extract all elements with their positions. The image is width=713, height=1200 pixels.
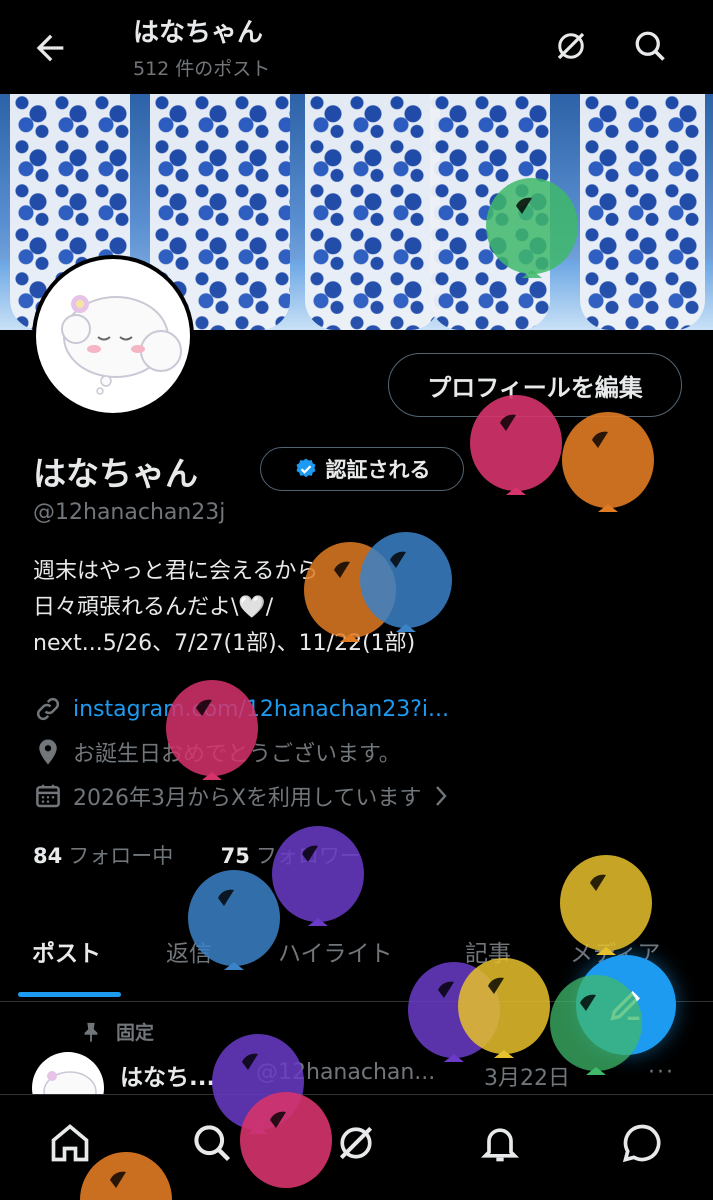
avatar-illustration [61,295,182,395]
post-author-name[interactable]: はなち... [120,1058,215,1092]
bottom-nav [0,1094,713,1200]
tab-posts[interactable]: ポスト [32,934,101,968]
page-title: はなちゃん [133,18,264,48]
profile-avatar[interactable] [32,255,194,417]
home-icon[interactable] [48,1121,92,1165]
profile-link-row[interactable]: instagram.com/12hanachan23?i... [33,694,449,724]
active-tab-indicator [18,992,121,997]
post-more-button[interactable]: ··· [648,1060,675,1085]
profile-bio: 週末はやっと君に会えるから 日々頑張れるんだよ\🤍/ next...5/26、7… [33,559,416,656]
balloon-decoration [562,412,654,512]
post-author-handle[interactable]: @12hanachan... [256,1060,435,1085]
location-pin-icon [39,739,57,765]
message-icon[interactable] [620,1121,664,1165]
chevron-right-icon [436,786,448,806]
profile-joined-row[interactable]: 2026年3月からXを利用しています [33,780,451,812]
top-bar: はなちゃん 512 件のポスト [0,0,713,94]
tab-articles[interactable]: 記事 [465,934,511,968]
get-verified-button[interactable]: 認証される [260,447,464,491]
following-count: 84 [33,844,63,868]
compose-icon [610,990,641,1021]
followers-count: 75 [220,844,250,868]
banner-costume [430,94,550,330]
profile-location: お誕生日おめでとうございます。 [73,742,401,767]
search-icon[interactable] [632,28,668,64]
link-icon [36,697,60,721]
verified-badge-icon [296,458,315,478]
tab-replies[interactable]: 返信 [166,934,212,968]
bell-icon[interactable] [478,1121,522,1165]
grok-icon[interactable] [334,1121,378,1165]
post-count: 512 件のポスト [133,58,271,80]
follow-stats: 84 フォロー中 75 フォロワー [33,840,361,870]
following-link[interactable]: 84 フォロー中 [33,844,173,868]
profile-name: はなちゃん [33,454,198,493]
arrow-left-icon[interactable] [30,28,70,68]
banner-costume [305,94,440,330]
followers-label: フォロワー [255,844,361,868]
calendar-icon [36,784,60,808]
profile-link[interactable]: instagram.com/12hanachan23?i... [73,697,449,722]
post-date[interactable]: 3月22日 [484,1060,570,1092]
profile-location-row: お誕生日おめでとうございます。 [33,736,401,768]
grok-icon[interactable] [553,28,589,64]
profile-handle: @12hanachan23j [33,500,226,525]
verify-label: 認証される [325,458,431,482]
compose-button[interactable] [576,955,676,1055]
following-label: フォロー中 [68,844,174,868]
banner-costume [580,94,705,330]
tab-highlights[interactable]: ハイライト [278,934,393,968]
pinned-indicator: 固定 [80,1018,154,1045]
profile-joined: 2026年3月からXを利用しています [73,786,422,811]
pinned-label: 固定 [116,1022,155,1044]
pin-icon [84,1022,98,1042]
search-icon[interactable] [190,1121,234,1165]
edit-profile-button[interactable]: プロフィールを編集 [388,353,682,417]
followers-link[interactable]: 75 フォロワー [221,844,361,868]
